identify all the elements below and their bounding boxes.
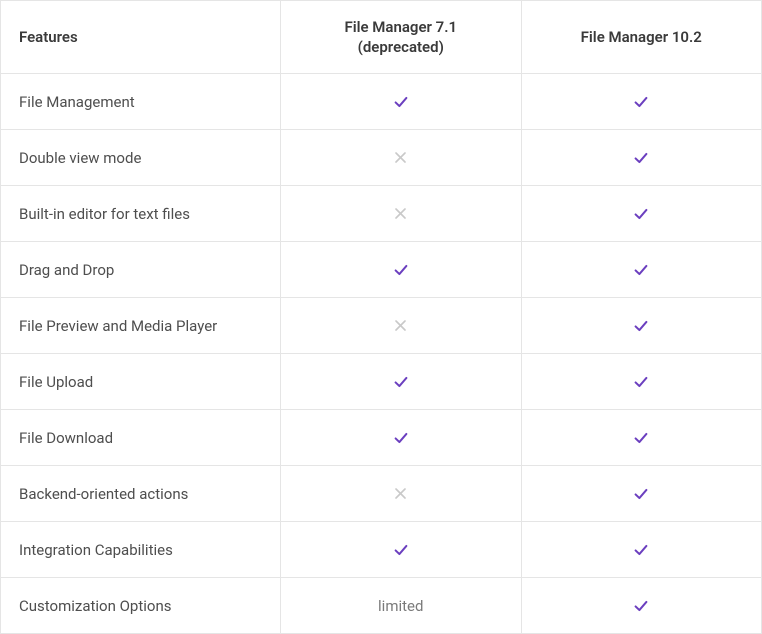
check-icon [632,205,650,223]
check-icon [392,261,410,279]
header-features-label: Features [19,28,78,46]
cell-col-b [522,130,762,185]
check-icon [632,429,650,447]
feature-label: File Management [19,93,135,111]
header-col-a-line1: File Manager 7.1 [344,17,457,37]
check-icon [632,597,650,615]
feature-cell: File Preview and Media Player [1,298,281,353]
cell-col-b [522,242,762,297]
table-row: File Management [1,74,761,130]
cell-col-a [281,354,522,409]
table-row: Built-in editor for text files [1,186,761,242]
table-row: Customization Options limited [1,578,761,633]
feature-label: Backend-oriented actions [19,485,188,503]
comparison-table: Features File Manager 7.1 (deprecated) F… [0,0,762,634]
header-col-a: File Manager 7.1 (deprecated) [281,1,522,73]
check-icon [632,373,650,391]
cell-col-a [281,298,522,353]
cell-col-b [522,74,762,129]
cell-col-a [281,522,522,577]
cell-col-b [522,298,762,353]
feature-cell: File Upload [1,354,281,409]
feature-cell: File Management [1,74,281,129]
feature-cell: Integration Capabilities [1,522,281,577]
feature-label: Integration Capabilities [19,541,173,559]
cell-col-a [281,410,522,465]
cell-col-a [281,130,522,185]
header-col-b: File Manager 10.2 [522,1,762,73]
cross-icon [393,206,408,221]
table-row: Integration Capabilities [1,522,761,578]
cell-col-a: limited [281,578,522,633]
feature-cell: Customization Options [1,578,281,633]
feature-label: File Download [19,429,113,447]
header-features: Features [1,1,281,73]
cell-col-b [522,466,762,521]
table-row: Backend-oriented actions [1,466,761,522]
feature-label: Drag and Drop [19,261,114,279]
feature-label: Built-in editor for text files [19,205,190,223]
check-icon [632,93,650,111]
table-header-row: Features File Manager 7.1 (deprecated) F… [1,1,761,74]
header-col-b-label: File Manager 10.2 [581,28,702,46]
header-col-a-line2: (deprecated) [358,37,444,57]
check-icon [392,429,410,447]
feature-cell: File Download [1,410,281,465]
table-row: File Download [1,410,761,466]
check-icon [632,485,650,503]
table-row: Double view mode [1,130,761,186]
cell-col-b [522,578,762,633]
feature-label: File Preview and Media Player [19,317,217,335]
feature-cell: Double view mode [1,130,281,185]
cross-icon [393,150,408,165]
check-icon [392,93,410,111]
check-icon [632,541,650,559]
check-icon [632,261,650,279]
cell-col-b [522,354,762,409]
cell-col-a [281,242,522,297]
cell-text: limited [378,597,423,615]
table-row: File Preview and Media Player [1,298,761,354]
check-icon [392,373,410,391]
cell-col-b [522,186,762,241]
cell-col-a [281,74,522,129]
feature-label: File Upload [19,373,93,391]
cell-col-b [522,410,762,465]
cross-icon [393,318,408,333]
feature-cell: Drag and Drop [1,242,281,297]
check-icon [632,317,650,335]
feature-label: Customization Options [19,597,171,615]
cell-col-b [522,522,762,577]
cell-col-a [281,186,522,241]
check-icon [392,541,410,559]
check-icon [632,149,650,167]
cross-icon [393,486,408,501]
table-row: File Upload [1,354,761,410]
feature-cell: Built-in editor for text files [1,186,281,241]
feature-cell: Backend-oriented actions [1,466,281,521]
cell-col-a [281,466,522,521]
table-row: Drag and Drop [1,242,761,298]
feature-label: Double view mode [19,149,141,167]
